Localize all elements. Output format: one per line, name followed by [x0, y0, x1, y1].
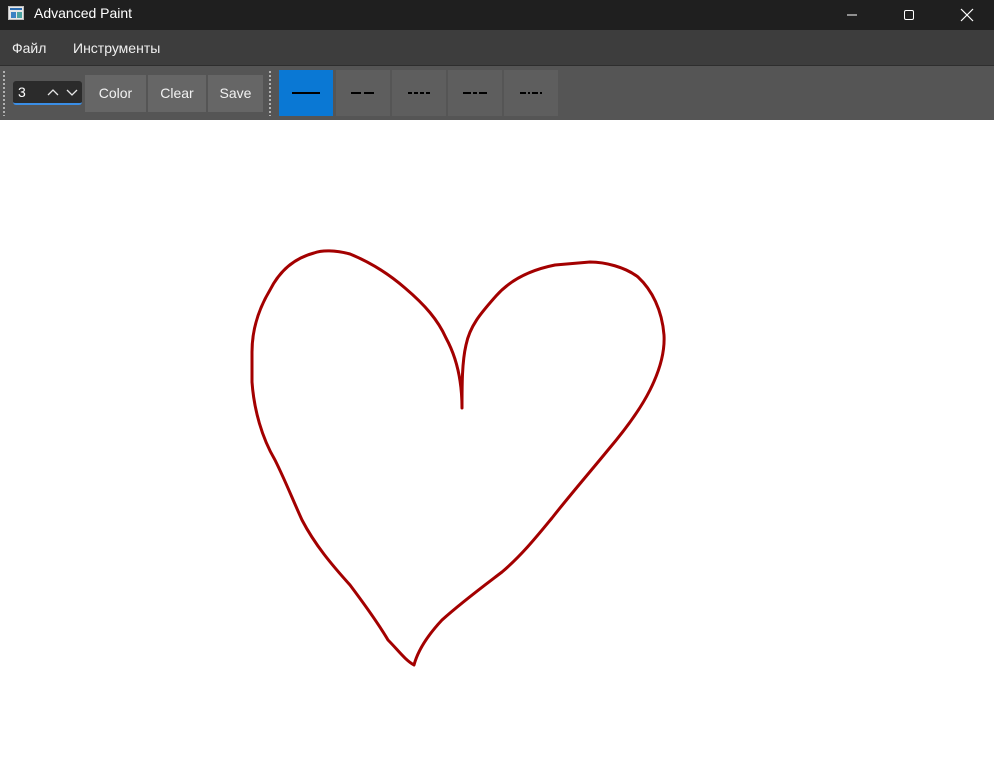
thickness-value[interactable]: 3 [18, 81, 26, 103]
menu-tools[interactable]: Инструменты [73, 30, 160, 66]
color-button[interactable]: Color [85, 75, 146, 112]
menu-bar: Файл Инструменты [0, 30, 994, 66]
save-button[interactable]: Save [208, 75, 263, 112]
heart-stroke [250, 249, 666, 667]
window-title: Advanced Paint [34, 5, 133, 21]
drawing-canvas[interactable] [0, 120, 994, 773]
title-bar: Advanced Paint [0, 0, 994, 30]
thickness-stepper[interactable]: 3 [13, 81, 82, 105]
dash-line-icon [463, 92, 487, 94]
dash-dot-line-icon [520, 92, 542, 94]
app-icon [8, 6, 24, 20]
dash-style-dash-button[interactable] [448, 70, 502, 116]
long-dash-line-icon [351, 92, 375, 94]
toolbar: 3 Color Clear Save [0, 66, 994, 120]
solid-line-icon [292, 92, 320, 94]
toolbar-grip[interactable] [269, 70, 271, 116]
minimize-icon [847, 14, 857, 16]
dash-style-dotted-button[interactable] [392, 70, 446, 116]
close-icon [960, 8, 974, 22]
minimize-button[interactable] [829, 0, 875, 30]
dash-style-dash-dot-button[interactable] [504, 70, 558, 116]
maximize-icon [904, 10, 914, 20]
dotted-line-icon [408, 92, 430, 94]
app-window: Advanced Paint Файл Инструменты 3 Color … [0, 0, 994, 773]
maximize-button[interactable] [886, 0, 932, 30]
toolbar-grip[interactable] [3, 70, 5, 116]
close-button[interactable] [944, 0, 990, 30]
chevron-down-icon[interactable] [65, 85, 79, 99]
canvas-drawing [250, 249, 666, 667]
clear-button[interactable]: Clear [148, 75, 206, 112]
dash-style-solid-button[interactable] [279, 70, 333, 116]
chevron-up-icon[interactable] [46, 85, 60, 99]
dash-style-long-dash-button[interactable] [336, 70, 390, 116]
menu-file[interactable]: Файл [12, 30, 46, 66]
